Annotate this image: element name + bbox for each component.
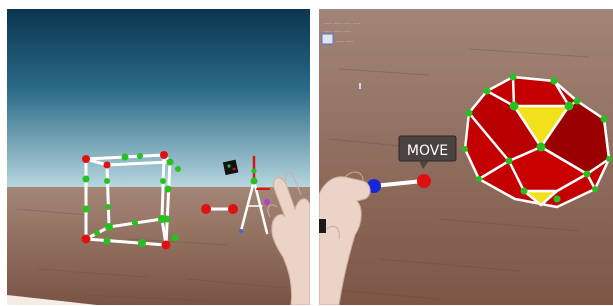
vertex[interactable] bbox=[81, 234, 91, 244]
move-tooltip-label: MOVE bbox=[407, 143, 448, 159]
vertex[interactable] bbox=[483, 87, 491, 95]
hud-line-2: ..... ..... ..... bbox=[324, 28, 351, 34]
hud-line-3: ..... ..... bbox=[336, 38, 354, 44]
right-vr-view: ..... ..... ..... ..... ..... ..... ....… bbox=[319, 9, 613, 305]
vertex[interactable] bbox=[462, 146, 468, 152]
left-scene-canvas bbox=[7, 9, 310, 305]
vertex[interactable] bbox=[82, 155, 90, 163]
midpoint[interactable] bbox=[82, 205, 90, 213]
vertex[interactable] bbox=[105, 223, 113, 231]
sky bbox=[7, 9, 310, 187]
vertex[interactable] bbox=[161, 240, 171, 250]
vertex[interactable] bbox=[465, 109, 473, 117]
vertex[interactable] bbox=[573, 97, 581, 105]
vertex[interactable] bbox=[103, 161, 111, 169]
hud-icon bbox=[321, 33, 334, 45]
vertex[interactable] bbox=[583, 170, 591, 178]
midpoint[interactable] bbox=[82, 175, 90, 183]
vertex[interactable] bbox=[520, 187, 528, 195]
ground bbox=[7, 187, 310, 305]
vertex[interactable] bbox=[550, 77, 558, 85]
controller-strap bbox=[319, 219, 326, 233]
midpoint[interactable] bbox=[105, 204, 111, 210]
midpoint[interactable] bbox=[103, 237, 111, 245]
vertex[interactable] bbox=[600, 115, 608, 123]
midpoint[interactable] bbox=[138, 239, 146, 247]
mini-cube-icon[interactable] bbox=[222, 159, 239, 176]
midpoint[interactable] bbox=[104, 178, 110, 184]
left-vr-view bbox=[7, 9, 310, 305]
midpoint[interactable] bbox=[132, 220, 138, 226]
vertex[interactable] bbox=[509, 73, 517, 81]
midpoint[interactable] bbox=[175, 166, 181, 172]
midpoint[interactable] bbox=[163, 215, 171, 223]
vertex[interactable] bbox=[592, 186, 598, 192]
right-scene-canvas: ..... ..... ..... ..... ..... ..... ....… bbox=[319, 9, 613, 305]
midpoint[interactable] bbox=[121, 153, 129, 161]
midpoint[interactable] bbox=[164, 185, 172, 193]
midpoint[interactable] bbox=[171, 234, 179, 242]
vertex[interactable] bbox=[505, 157, 513, 165]
vertex[interactable] bbox=[564, 101, 574, 111]
midpoint[interactable] bbox=[94, 230, 100, 236]
hud-line-1: ..... ..... ..... ..... bbox=[324, 20, 361, 26]
vertex[interactable] bbox=[536, 142, 546, 152]
midpoint[interactable] bbox=[160, 178, 166, 184]
vertex[interactable] bbox=[606, 156, 612, 162]
vertex[interactable] bbox=[553, 195, 561, 203]
vertex[interactable] bbox=[509, 101, 519, 111]
vertex[interactable] bbox=[166, 158, 174, 166]
midpoint[interactable] bbox=[137, 153, 143, 159]
vertex[interactable] bbox=[476, 176, 482, 182]
vertex[interactable] bbox=[160, 151, 168, 159]
